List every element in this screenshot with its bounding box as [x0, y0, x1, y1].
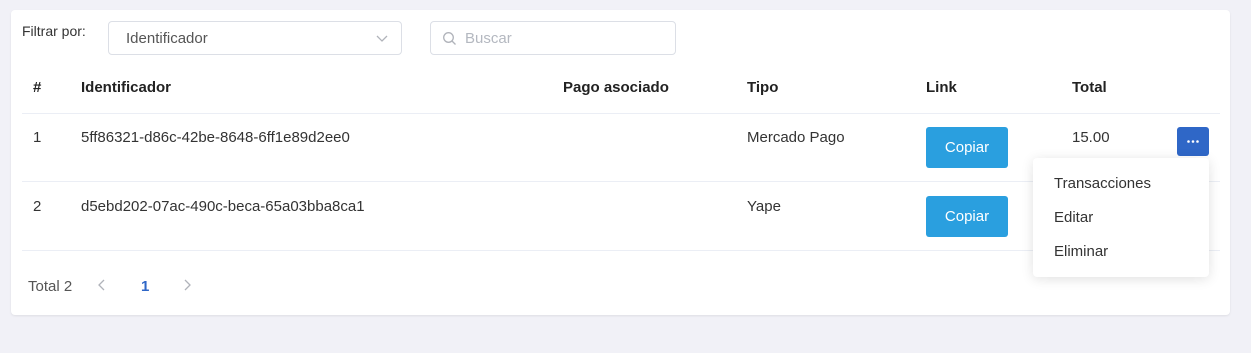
chevron-left-icon[interactable]	[95, 278, 109, 292]
menu-item-editar[interactable]: Editar	[1054, 209, 1093, 226]
column-header-tipo: Tipo	[747, 79, 779, 96]
row-tipo: Mercado Pago	[747, 129, 845, 146]
menu-item-eliminar[interactable]: Eliminar	[1054, 243, 1108, 260]
pagination-total: Total 2	[28, 278, 73, 295]
pagination-page[interactable]: 1	[141, 278, 149, 295]
search-icon	[443, 32, 456, 45]
chevron-down-icon	[376, 35, 388, 42]
filter-select[interactable]: Identificador	[108, 21, 402, 55]
row-number: 1	[33, 129, 42, 146]
more-horizontal-icon	[1187, 140, 1199, 143]
column-header-number: #	[33, 79, 42, 96]
row-tipo: Yape	[747, 198, 781, 215]
search-box[interactable]	[430, 21, 676, 55]
filter-label: Filtrar por:	[22, 23, 86, 39]
row-actions-button[interactable]	[1177, 127, 1209, 156]
search-input[interactable]	[465, 27, 665, 49]
row-number: 2	[33, 198, 42, 215]
column-header-total: Total	[1072, 79, 1107, 96]
column-header-identificador: Identificador	[81, 79, 172, 96]
actions-dropdown-menu: Transacciones Editar Eliminar	[1033, 158, 1209, 277]
row-identificador: d5ebd202-07ac-490c-beca-65a03bba8ca1	[81, 198, 365, 215]
menu-item-transacciones[interactable]: Transacciones	[1054, 175, 1151, 192]
column-header-pago-asociado: Pago asociado	[563, 79, 669, 96]
row-identificador: 5ff86321-d86c-42be-8648-6ff1e89d2ee0	[81, 129, 350, 146]
copy-link-button[interactable]: Copiar	[926, 196, 1008, 237]
chevron-right-icon[interactable]	[180, 278, 194, 292]
copy-link-button[interactable]: Copiar	[926, 127, 1008, 168]
filter-select-value: Identificador	[126, 30, 208, 47]
header-divider	[22, 113, 1220, 114]
row-total: 15.00	[1072, 129, 1110, 146]
column-header-link: Link	[926, 79, 957, 96]
